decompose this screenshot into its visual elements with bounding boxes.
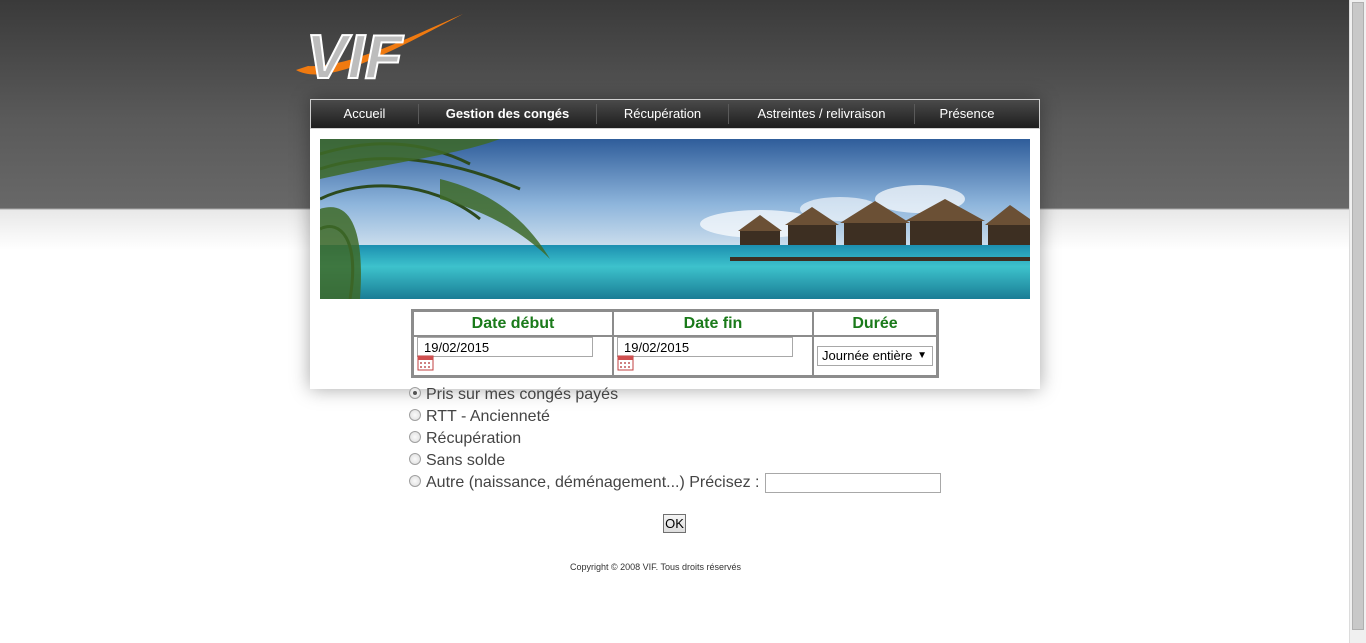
radio-button[interactable] xyxy=(409,409,421,421)
autre-precisez-input[interactable] xyxy=(764,473,941,493)
calendar-icon[interactable] xyxy=(417,355,434,371)
radio-option-rtt[interactable]: RTT - Ancienneté xyxy=(409,406,941,428)
date-fin-input[interactable] xyxy=(617,337,793,357)
radio-label: Sans solde xyxy=(426,452,506,469)
ok-button[interactable]: OK xyxy=(663,514,686,533)
main-nav: Accueil Gestion des congés Récupération … xyxy=(310,99,1040,129)
leave-dates-table: Date début Date fin Durée 19/02/2015 19/… xyxy=(411,309,939,378)
leave-type-options: Pris sur mes congés payés RTT - Ancienne… xyxy=(409,384,941,494)
vif-logo: VIF xyxy=(288,8,468,93)
nav-item-gestion-conges[interactable]: Gestion des congés xyxy=(419,104,597,124)
nav-item-recuperation[interactable]: Récupération xyxy=(597,104,729,124)
radio-button[interactable] xyxy=(409,431,421,443)
duree-select[interactable]: Journée entière ▼ xyxy=(817,346,933,366)
calendar-icon[interactable] xyxy=(617,355,634,371)
copyright-text: Copyright © 2008 VIF. Tous droits réserv… xyxy=(570,562,742,572)
dropdown-arrow-icon: ▼ xyxy=(917,350,927,361)
duree-select-value: Journée entière xyxy=(822,348,913,363)
radio-button[interactable] xyxy=(409,475,421,487)
header-duree: Durée xyxy=(813,311,937,336)
nav-item-accueil[interactable]: Accueil xyxy=(311,104,419,124)
scrollbar-thumb[interactable] xyxy=(1352,2,1364,630)
vertical-scrollbar[interactable] xyxy=(1349,0,1366,643)
duree-cell: Journée entière ▼ xyxy=(813,336,937,376)
date-debut-cell xyxy=(413,336,613,376)
nav-item-astreintes[interactable]: Astreintes / relivraison xyxy=(729,104,915,124)
tropical-beach-banner-image xyxy=(320,139,1030,299)
radio-button[interactable] xyxy=(409,387,421,399)
radio-label: Pris sur mes congés payés xyxy=(426,386,619,403)
radio-option-recuperation[interactable]: Récupération xyxy=(409,428,941,450)
radio-button[interactable] xyxy=(409,453,421,465)
date-fin-cell xyxy=(613,336,813,376)
radio-option-autre[interactable]: Autre (naissance, déménagement...) Préci… xyxy=(409,472,941,494)
radio-label: RTT - Ancienneté xyxy=(426,408,550,425)
radio-label: Autre (naissance, déménagement...) Préci… xyxy=(426,474,760,491)
radio-option-conges-payes[interactable]: Pris sur mes congés payés xyxy=(409,384,941,406)
radio-option-sans-solde[interactable]: Sans solde xyxy=(409,450,941,472)
date-debut-input[interactable] xyxy=(417,337,593,357)
nav-item-presence[interactable]: Présence xyxy=(915,104,1019,124)
header-date-fin: Date fin xyxy=(613,311,813,336)
radio-label: Récupération xyxy=(426,430,522,447)
header-date-debut: Date début xyxy=(413,311,613,336)
svg-text:VIF: VIF xyxy=(306,23,405,88)
